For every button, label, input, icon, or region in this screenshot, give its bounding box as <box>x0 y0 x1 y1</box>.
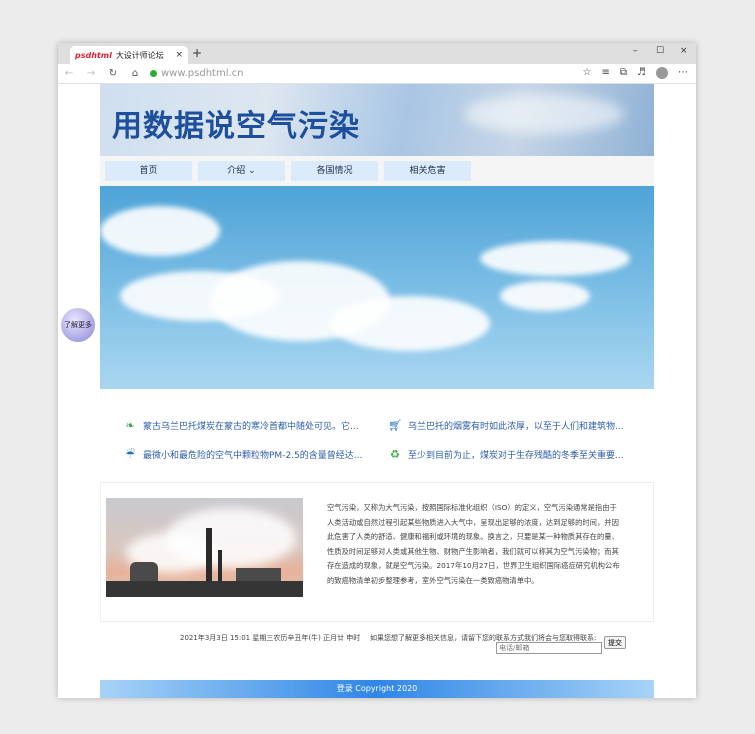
recycle-icon: ♻︎ <box>390 447 400 461</box>
home-icon[interactable]: ⌂ <box>124 68 146 79</box>
read-aloud-icon[interactable]: ♬ <box>637 67 646 79</box>
url-field[interactable]: www.psdhtml.cn <box>161 68 244 79</box>
site-title: 用数据说空气污染 <box>112 109 360 144</box>
copyright-bar: 登录 Copyright 2020 <box>100 680 654 698</box>
login-link[interactable]: 登录 <box>337 684 353 693</box>
back-icon[interactable]: ← <box>58 68 80 79</box>
close-tab-icon[interactable]: × <box>175 50 183 60</box>
tab-bar: psdhtml 大设计师论坛 × + – ☐ × <box>58 43 696 64</box>
cart-icon: 🛒︎ <box>388 418 402 432</box>
nav-item-intro[interactable]: 介绍 ⌄ <box>198 161 285 181</box>
favorite-star-icon[interactable]: ☆ <box>583 67 592 79</box>
submit-button[interactable]: 提交 <box>604 636 626 649</box>
nav-item-countries[interactable]: 各国情况 <box>291 161 378 181</box>
news-list: ❧ 蒙古乌兰巴托煤炭在蒙古的寒冷首都中随处可见。它... 🛒︎ 乌兰巴托的烟雾有… <box>100 389 654 482</box>
main-nav: 首页 介绍 ⌄ 各国情况 相关危害 <box>100 156 654 186</box>
reload-icon[interactable]: ↻ <box>102 68 124 79</box>
article-section: 空气污染，又称为大气污染，按照国际标准化组织（ISO）的定义，空气污染通常是指由… <box>100 482 654 622</box>
collections-icon[interactable]: ⧉ <box>620 67 627 79</box>
minimize-icon[interactable]: – <box>633 46 638 56</box>
nav-item-home[interactable]: 首页 <box>105 161 192 181</box>
hero-sky-image <box>100 186 654 389</box>
leaf-icon: ❧ <box>125 418 135 432</box>
nav-item-hazards[interactable]: 相关危害 <box>384 161 471 181</box>
forward-icon[interactable]: → <box>80 68 102 79</box>
secure-lock-icon <box>150 70 157 77</box>
page-container: 用数据说空气污染 首页 介绍 ⌄ 各国情况 相关危害 ❧ 蒙古乌兰巴托煤炭在蒙古 <box>100 84 654 664</box>
browser-tab[interactable]: psdhtml 大设计师论坛 × <box>70 46 188 64</box>
weather-icon: ☔︎ <box>125 447 135 461</box>
favorites-list-icon[interactable]: ≡ <box>602 67 610 79</box>
close-window-icon[interactable]: × <box>680 46 688 56</box>
contact-input[interactable] <box>496 642 602 654</box>
current-date: 2021年3月3日 15:01 星期三农历辛丑年(牛) 正月廿 申时 <box>180 634 361 642</box>
news-item[interactable]: ❧ 蒙古乌兰巴托煤炭在蒙古的寒冷首都中随处可见。它... <box>123 418 359 432</box>
news-item-text: 蒙古乌兰巴托煤炭在蒙古的寒冷首都中随处可见。它... <box>143 421 359 432</box>
news-item[interactable]: 🛒︎ 乌兰巴托的烟雾有时如此浓厚，以至于人们和建筑物... <box>388 418 624 432</box>
browser-window: psdhtml 大设计师论坛 × + – ☐ × ← → ↻ ⌂ www.psd… <box>58 43 696 698</box>
article-text: 空气污染，又称为大气污染，按照国际标准化组织（ISO）的定义，空气污染通常是指由… <box>327 503 620 585</box>
tab-title: 大设计师论坛 <box>115 50 164 60</box>
news-item-text: 最微小和最危险的空气中颗粒物PM-2.5的含量曾经达... <box>143 450 363 461</box>
site-favicon-icon: psdhtml <box>75 50 112 60</box>
more-menu-icon[interactable]: ⋯ <box>678 67 688 79</box>
profile-avatar-icon[interactable] <box>656 67 668 79</box>
header-banner: 用数据说空气污染 <box>100 84 654 156</box>
learn-more-badge[interactable]: 了解更多 <box>61 308 95 342</box>
news-item-text: 乌兰巴托的烟雾有时如此浓厚，以至于人们和建筑物... <box>408 421 624 432</box>
factory-smoke-image <box>106 498 303 597</box>
address-bar: ← → ↻ ⌂ www.psdhtml.cn ☆ ≡ ⧉ ♬ ⋯ <box>58 64 696 84</box>
new-tab-button[interactable]: + <box>192 46 202 60</box>
copyright-text: Copyright 2020 <box>352 684 418 693</box>
news-item[interactable]: ♻︎ 至少到目前为止，煤炭对于生存残酷的冬季至关重要... <box>388 447 624 461</box>
page-viewport: 了解更多 用数据说空气污染 首页 介绍 ⌄ 各国情况 相关危害 ❧ 蒙古乌兰巴托… <box>58 84 696 698</box>
news-item[interactable]: ☔︎ 最微小和最危险的空气中颗粒物PM-2.5的含量曾经达... <box>123 447 362 461</box>
contact-row: 2021年3月3日 15:01 星期三农历辛丑年(牛) 正月廿 申时 如果您想了… <box>100 622 654 664</box>
maximize-icon[interactable]: ☐ <box>656 46 664 56</box>
news-item-text: 至少到目前为止，煤炭对于生存残酷的冬季至关重要... <box>408 450 624 461</box>
browser-toolbar-actions: ☆ ≡ ⧉ ♬ ⋯ <box>583 67 688 79</box>
